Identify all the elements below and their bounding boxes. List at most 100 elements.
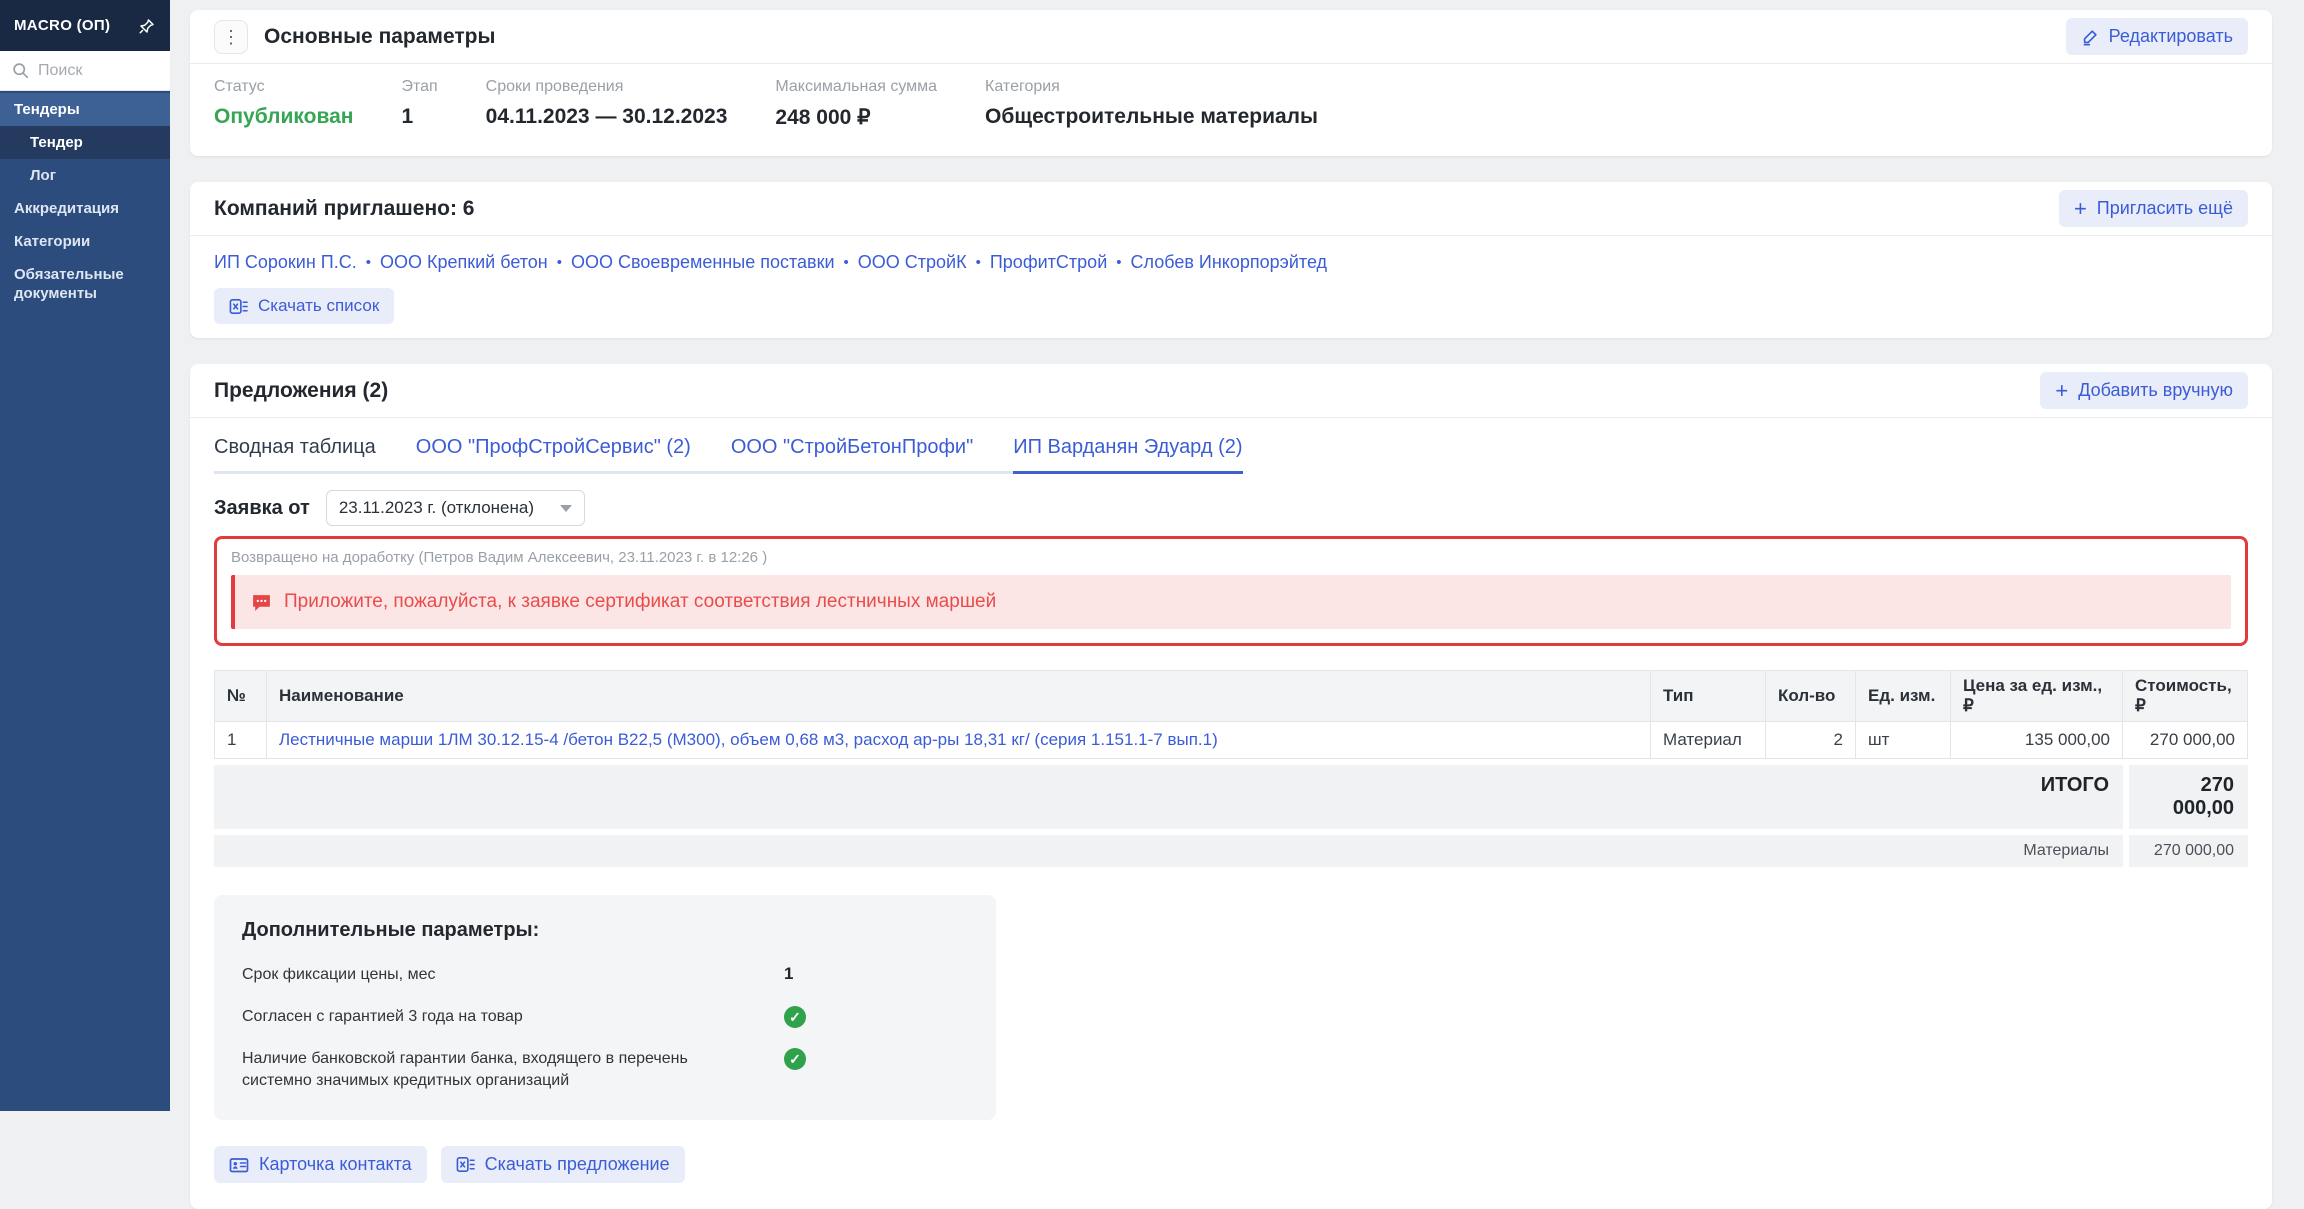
bullet-separator: • <box>844 254 849 271</box>
excel-icon <box>456 1155 475 1174</box>
company-link[interactable]: ООО Своевременные поставки <box>571 252 835 273</box>
company-link[interactable]: ПрофитСтрой <box>990 252 1107 273</box>
param-label: Срок фиксации цены, мес <box>242 964 754 986</box>
companies-title: Компаний приглашено: 6 <box>214 197 474 221</box>
field-label: Этап <box>401 78 437 96</box>
search-icon <box>12 62 29 79</box>
bullet-separator: • <box>1116 254 1121 271</box>
offer-footer-buttons: Карточка контакта Скачать предложение <box>214 1146 2248 1193</box>
rejection-meta: Возвращено на доработку (Петров Вадим Ал… <box>231 549 2231 566</box>
application-date-select[interactable]: 23.11.2023 г. (отклонена) <box>326 490 585 526</box>
download-list-label: Скачать список <box>258 296 379 316</box>
excel-icon <box>229 297 248 316</box>
pin-icon[interactable] <box>138 17 156 35</box>
bullet-separator: • <box>366 254 371 271</box>
col-cost: Стоимость, ₽ <box>2123 671 2248 722</box>
main-params-card: ⋮ Основные параметры Редактировать Стату… <box>190 10 2272 156</box>
bullet-separator: • <box>557 254 562 271</box>
sidebar-item-categories[interactable]: Категории <box>0 225 170 258</box>
add-manually-button[interactable]: + Добавить вручную <box>2040 372 2248 409</box>
sidebar-item-tender[interactable]: Тендер <box>0 126 170 159</box>
field-category: Категория Общестроительные материалы <box>985 78 1318 130</box>
field-label: Максимальная сумма <box>775 78 937 96</box>
plus-icon: + <box>2074 201 2087 217</box>
edit-button[interactable]: Редактировать <box>2066 18 2248 55</box>
company-link[interactable]: ИП Сорокин П.С. <box>214 252 357 273</box>
additional-params-title: Дополнительные параметры: <box>242 919 968 942</box>
companies-header: Компаний приглашено: 6 + Пригласить ещё <box>190 182 2272 236</box>
offers-tabs: Сводная таблица ООО "ПрофСтройСервис" (2… <box>214 436 1243 474</box>
sidebar-item-log[interactable]: Лог <box>0 159 170 192</box>
check-circle-icon: ✓ <box>784 1006 806 1028</box>
kebab-menu-button[interactable]: ⋮ <box>214 20 248 54</box>
col-name: Наименование <box>267 671 1651 722</box>
companies-body: ИП Сорокин П.С. • ООО Крепкий бетон • ООО … <box>190 236 2272 338</box>
offers-body: Сводная таблица ООО "ПрофСтройСервис" (2… <box>190 418 2272 1209</box>
items-table: № Наименование Тип Кол-во Ед. изм. Цена … <box>214 670 2248 759</box>
invite-more-label: Пригласить ещё <box>2097 198 2233 219</box>
col-unit: Ед. изм. <box>1856 671 1951 722</box>
col-num: № <box>215 671 267 722</box>
col-type: Тип <box>1651 671 1766 722</box>
download-offer-label: Скачать предложение <box>485 1154 670 1175</box>
cell-price: 135 000,00 <box>1951 722 2123 759</box>
application-label: Заявка от <box>214 497 310 520</box>
sidebar-menu: Тендеры Тендер Лог Аккредитация Категори… <box>0 91 170 310</box>
param-label: Наличие банковской гарантии банка, входя… <box>242 1048 754 1092</box>
main-params-title: Основные параметры <box>264 25 495 49</box>
col-price: Цена за ед. изм., ₽ <box>1951 671 2123 722</box>
item-name-link[interactable]: Лестничные марши 1ЛМ 30.12.15-4 /бетон В… <box>279 730 1218 749</box>
main-params-header: ⋮ Основные параметры Редактировать <box>190 10 2272 64</box>
offers-header: Предложения (2) + Добавить вручную <box>190 364 2272 418</box>
materials-row: Материалы 270 000,00 <box>214 835 2248 867</box>
contact-card-label: Карточка контакта <box>259 1154 412 1175</box>
download-list-button[interactable]: Скачать список <box>214 288 394 324</box>
field-label: Статус <box>214 78 353 96</box>
invite-more-button[interactable]: + Пригласить ещё <box>2059 190 2248 227</box>
total-row: ИТОГО 270 000,00 <box>214 765 2248 829</box>
field-status: Статус Опубликован <box>214 78 353 130</box>
chevron-down-icon <box>560 505 572 512</box>
field-label: Сроки проведения <box>486 78 728 96</box>
sidebar: MACRO (ОП) Тендеры Тендер Лог Аккредитац… <box>0 0 170 1111</box>
comment-icon <box>251 592 272 613</box>
company-link[interactable]: Слобев Инкорпорэйтед <box>1131 252 1328 273</box>
contact-card-icon <box>229 1155 249 1175</box>
field-label: Категория <box>985 78 1318 96</box>
cell-cost: 270 000,00 <box>2123 722 2248 759</box>
total-value: 270 000,00 <box>2129 765 2248 829</box>
app-logo: MACRO (ОП) <box>14 17 138 34</box>
materials-label: Материалы <box>214 835 2123 867</box>
rejection-message-text: Приложите, пожалуйста, к заявке сертифик… <box>284 591 996 613</box>
main-content: ⋮ Основные параметры Редактировать Стату… <box>170 0 2304 1111</box>
sidebar-item-required-documents[interactable]: Обязательные документы <box>0 258 170 310</box>
rejection-message: Приложите, пожалуйста, к заявке сертифик… <box>231 575 2231 629</box>
cell-num: 1 <box>215 722 267 759</box>
companies-card: Компаний приглашено: 6 + Пригласить ещё … <box>190 182 2272 338</box>
category-value: Общестроительные материалы <box>985 105 1318 129</box>
max-sum-value: 248 000 ₽ <box>775 105 937 130</box>
tab-summary-table[interactable]: Сводная таблица <box>214 436 376 471</box>
company-link[interactable]: ООО СтройК <box>858 252 967 273</box>
contact-card-button[interactable]: Карточка контакта <box>214 1146 427 1183</box>
tab-profstroyservis[interactable]: ООО "ПрофСтройСервис" (2) <box>416 436 691 471</box>
additional-param-row: Согласен с гарантией 3 года на товар ✓ <box>242 1006 968 1028</box>
sidebar-item-accreditation[interactable]: Аккредитация <box>0 192 170 225</box>
bullet-separator: • <box>976 254 981 271</box>
company-list: ИП Сорокин П.С. • ООО Крепкий бетон • ООО … <box>214 252 2248 273</box>
search-input[interactable] <box>38 62 158 80</box>
table-row: 1 Лестничные марши 1ЛМ 30.12.15-4 /бетон… <box>215 722 2248 759</box>
download-offer-button[interactable]: Скачать предложение <box>441 1146 685 1183</box>
sidebar-header: MACRO (ОП) <box>0 0 170 51</box>
tab-vardanyan-active[interactable]: ИП Варданян Эдуард (2) <box>1013 436 1242 474</box>
company-link[interactable]: ООО Крепкий бетон <box>380 252 548 273</box>
col-qty: Кол-во <box>1766 671 1856 722</box>
status-value: Опубликован <box>214 105 353 129</box>
add-manually-label: Добавить вручную <box>2078 380 2233 401</box>
cell-type: Материал <box>1651 722 1766 759</box>
param-label: Согласен с гарантией 3 года на товар <box>242 1006 754 1028</box>
cell-unit: шт <box>1856 722 1951 759</box>
tab-stroybetonprofi[interactable]: ООО "СтройБетонПрофи" <box>731 436 973 471</box>
sidebar-item-tenders[interactable]: Тендеры <box>0 93 170 126</box>
cell-qty: 2 <box>1766 722 1856 759</box>
